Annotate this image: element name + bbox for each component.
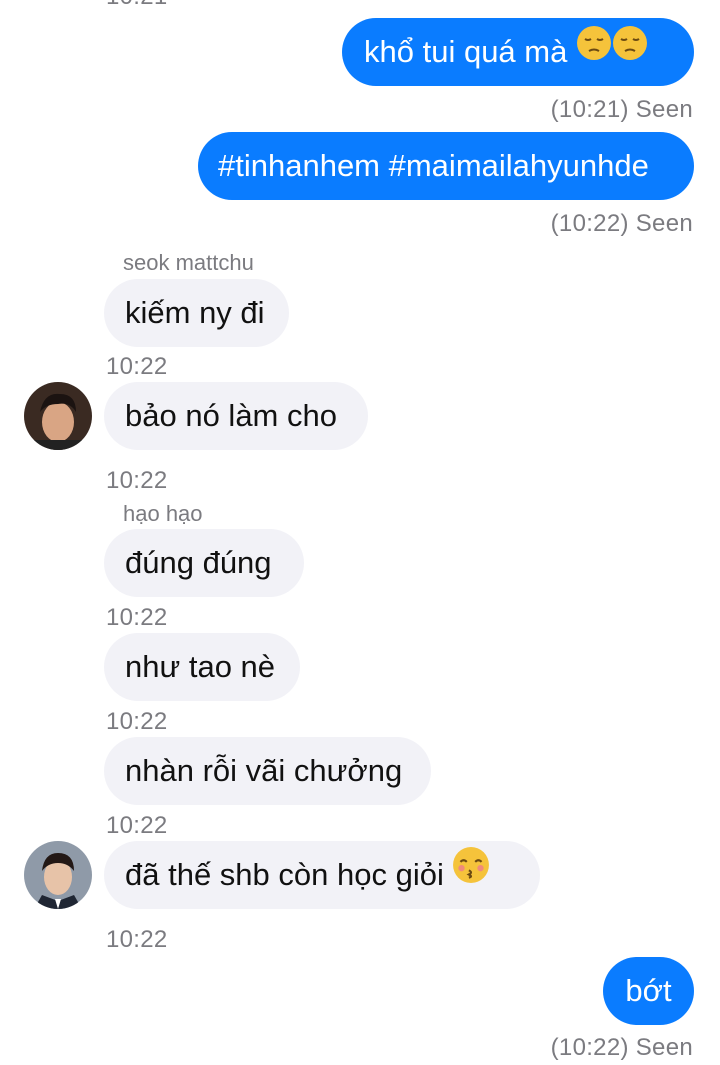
sender-name: seok mattchu xyxy=(123,250,254,275)
message-text: như tao nè xyxy=(125,649,276,684)
message-timestamp: 10:22 xyxy=(106,926,168,953)
message-timestamp: 10:22 xyxy=(106,812,168,839)
message-text: đúng đúng xyxy=(125,545,272,580)
incoming-message-bubble[interactable]: như tao nè xyxy=(104,633,300,701)
incoming-message-bubble[interactable]: nhàn rỗi vãi chưởng xyxy=(104,737,431,805)
incoming-message-bubble[interactable]: kiếm ny đi xyxy=(104,279,289,347)
message-seen-status: (10:22) Seen xyxy=(550,210,693,237)
message-text: khổ tui quá mà xyxy=(364,34,568,69)
outgoing-message-bubble[interactable]: khổ tui quá mà xyxy=(342,18,694,86)
message-text: kiếm ny đi xyxy=(125,295,265,330)
message-text: #tinhanhem #maimailahyunhde xyxy=(218,148,649,183)
sender-name: hạo hạo xyxy=(123,501,203,526)
message-text: bảo nó làm cho xyxy=(125,398,337,433)
kissing-face-closed-eyes-icon xyxy=(452,840,490,908)
message-seen-status: (10:21) Seen xyxy=(550,96,693,123)
message-timestamp: 10:22 xyxy=(106,353,168,380)
incoming-message-bubble[interactable]: đúng đúng xyxy=(104,529,304,597)
pensive-face-icon xyxy=(612,17,648,85)
message-text: bớt xyxy=(625,973,672,1008)
incoming-message-bubble[interactable]: bảo nó làm cho xyxy=(104,382,368,450)
message-text: đã thế shb còn học giỏi xyxy=(125,857,444,892)
message-timestamp: 10:22 xyxy=(106,467,168,494)
pensive-face-icon xyxy=(576,17,612,85)
message-text: nhàn rỗi vãi chưởng xyxy=(125,753,403,788)
outgoing-message-bubble[interactable]: #tinhanhem #maimailahyunhde xyxy=(198,132,694,200)
message-seen-status: (10:22) Seen xyxy=(550,1034,693,1061)
sender-avatar[interactable] xyxy=(24,841,92,909)
message-timestamp: 10:22 xyxy=(106,604,168,631)
outgoing-message-bubble[interactable]: bớt xyxy=(603,957,694,1025)
sender-avatar[interactable] xyxy=(24,382,92,450)
incoming-message-bubble[interactable]: đã thế shb còn học giỏi xyxy=(104,841,540,909)
clipped-timestamp: 10:21 xyxy=(106,0,168,11)
message-timestamp: 10:22 xyxy=(106,708,168,735)
